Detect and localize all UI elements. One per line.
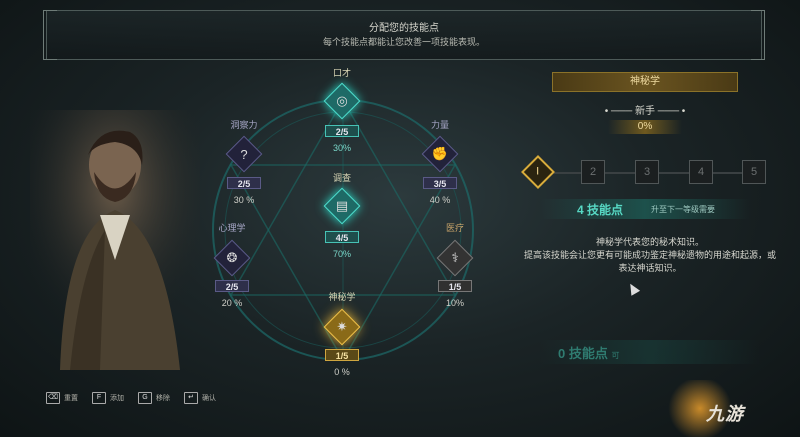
rank-label: • ─── 新手 ─── • [552, 102, 738, 117]
rank-text: 新手 [635, 106, 655, 117]
skill-eloquence-label: 口才 [332, 68, 351, 78]
skill-investigation-label: 调查 [332, 173, 351, 183]
skill-strength-level: 3/5 [423, 177, 457, 189]
description-line-2: 提高该技能会让您更有可能成功鉴定神秘遗物的用途和起源，或表达神话知识。 [523, 250, 776, 273]
skill-perception-level: 2/5 [227, 177, 261, 189]
enter-key-icon: ↵ [184, 392, 198, 404]
available-points: 0 技能点 可 [558, 343, 619, 362]
skill-perception-label: 洞察力 [230, 120, 258, 130]
rank-percent: 0% [608, 120, 682, 134]
selected-skill-title: 神秘学 [552, 72, 738, 92]
banner-subtitle: 每个技能点都能让您改善一项技能表现。 [322, 37, 485, 47]
description-line-1: 神秘学代表您的秘术知识。 [595, 237, 704, 247]
question-glyph: ? [240, 146, 248, 162]
f-key-icon: F [92, 392, 106, 404]
caduceus-glyph: ⚕ [451, 250, 459, 265]
skill-perception-percent: 30 % [233, 195, 255, 205]
skill-occultism-percent: 0 % [334, 367, 350, 377]
tier-2: 2 [581, 160, 605, 184]
skill-investigation-percent: 70% [332, 249, 351, 259]
banner-title: 分配您的技能点 [369, 23, 439, 34]
documents-glyph: ▤ [335, 198, 349, 213]
available-points-value: 0 技能点 [558, 346, 608, 361]
coins-glyph: ◎ [336, 93, 348, 108]
tier-5: 5 [742, 160, 766, 184]
control-reset[interactable]: ⌫ 重置 [46, 392, 78, 404]
watermark-logo: 九游 [706, 400, 744, 426]
skill-psychology-level: 2/5 [215, 280, 249, 292]
rank-right-ornament: ─── • [655, 106, 686, 117]
g-key-icon: G [138, 392, 152, 404]
skill-strength-label: 力量 [430, 120, 449, 130]
backspace-key-icon: ⌫ [46, 392, 60, 404]
points-bar [540, 199, 750, 219]
skill-eloquence-percent: 30% [332, 143, 351, 153]
control-hints: ⌫ 重置 F 添加 G 移除 ↵ 确认 [46, 391, 216, 405]
points-required-caption: 升至下一等级需要 [651, 205, 715, 214]
control-remove[interactable]: G 移除 [138, 392, 170, 404]
skill-eloquence-level: 2/5 [325, 125, 359, 137]
skill-strength-percent: 40 % [429, 195, 451, 205]
rank-left-ornament: • ─── [604, 106, 635, 117]
skill-medicine-label: 医疗 [445, 223, 464, 233]
available-points-suffix: 可 [611, 351, 620, 360]
top-banner: 分配您的技能点 每个技能点都能让您改善一项技能表现。 [43, 10, 765, 60]
watermark-text: 九游 [706, 404, 744, 424]
skill-description: 神秘学代表您的秘术知识。 提高该技能会让您更有可能成功鉴定神秘遗物的用途和起源，… [520, 236, 780, 275]
tier-3: 3 [635, 160, 659, 184]
skill-medicine-level: 1/5 [438, 280, 472, 292]
control-add[interactable]: F 添加 [92, 392, 124, 404]
control-reset-label: 重置 [64, 395, 78, 402]
tier-track: I 2 3 4 5 [521, 155, 770, 189]
control-add-label: 添加 [110, 395, 124, 402]
skill-investigation-level: 4/5 [325, 231, 359, 243]
mouse-cursor-icon [625, 281, 641, 296]
tier-4: 4 [689, 160, 713, 184]
control-confirm[interactable]: ↵ 确认 [184, 392, 216, 404]
brain-glyph: ❂ [226, 250, 238, 265]
tier-1: I [521, 155, 555, 189]
fist-glyph: ✊ [431, 146, 449, 161]
points-required: 4 技能点 [577, 203, 624, 217]
character-portrait [30, 110, 200, 370]
skill-occultism-level: 1/5 [325, 349, 359, 361]
skill-psychology-label: 心理学 [218, 223, 246, 233]
skill-psychology-percent: 20 % [221, 298, 243, 308]
control-confirm-label: 确认 [202, 395, 216, 402]
control-remove-label: 移除 [156, 395, 170, 402]
skill-occultism-label: 神秘学 [328, 292, 356, 302]
tome-glyph: ✷ [336, 319, 348, 334]
skill-medicine-percent: 10% [445, 298, 464, 308]
